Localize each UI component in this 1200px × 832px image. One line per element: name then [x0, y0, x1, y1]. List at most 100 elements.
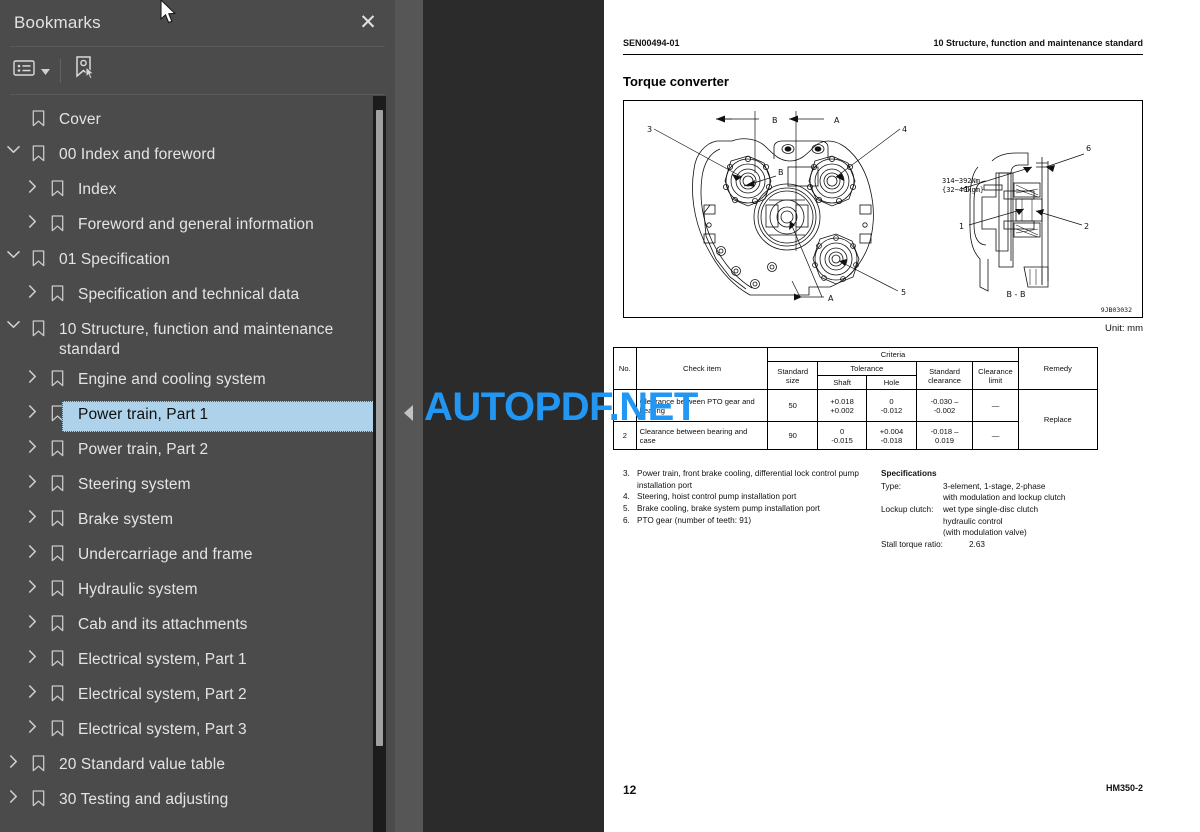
bookmarks-panel: Bookmarks ✕ Cover 00 Index and foreword …	[0, 0, 395, 832]
figure-callout-5: 5	[901, 288, 906, 297]
bookmark-icon	[45, 213, 69, 232]
page-number: 12	[623, 783, 637, 797]
watermark: AUTOPDF.NET	[424, 385, 724, 429]
bookmark-icon	[45, 613, 69, 632]
bookmark-icon	[26, 318, 50, 337]
chevron-right-icon[interactable]	[19, 438, 45, 453]
chevron-right-icon[interactable]	[19, 178, 45, 193]
specification-value: 2.63	[969, 539, 985, 549]
bookmark-item-label: Electrical system, Part 1	[78, 650, 247, 668]
cell-tolerance-shaft: +0.018 +0.002	[816, 389, 868, 422]
th-criteria: Criteria	[767, 347, 1019, 362]
chevron-right-icon[interactable]	[19, 403, 45, 418]
chevron-right-icon[interactable]	[19, 368, 45, 383]
toolbar-divider	[60, 58, 61, 83]
chevron-right-icon[interactable]	[19, 648, 45, 663]
bookmark-icon	[26, 753, 50, 772]
panel-collapse-strip[interactable]	[395, 0, 423, 832]
close-icon[interactable]: ✕	[355, 9, 381, 35]
note-number: 4.	[623, 492, 630, 502]
chevron-right-icon[interactable]	[19, 473, 45, 488]
bookmark-item[interactable]: Cover	[0, 104, 378, 139]
chevron-right-icon[interactable]	[19, 718, 45, 733]
bookmark-icon	[45, 543, 69, 562]
bookmark-item[interactable]: 00 Index and foreword	[0, 139, 378, 174]
note-item: 5. Brake cooling, brake system pump insta…	[623, 503, 878, 515]
page-header-rule	[623, 54, 1143, 55]
bookmark-item[interactable]: Index	[0, 174, 378, 209]
bookmark-item[interactable]: Hydraulic system	[0, 574, 378, 609]
bookmark-item[interactable]: Electrical system, Part 1	[0, 644, 378, 679]
bookmark-item[interactable]: Foreword and general information	[0, 209, 378, 244]
bookmark-icon	[45, 578, 69, 597]
bookmark-item[interactable]: Electrical system, Part 2	[0, 679, 378, 714]
page-title: Torque converter	[623, 74, 729, 89]
section-mark-b-top: B	[772, 116, 778, 125]
cell-standard-clearance: -0.030 – -0.002	[915, 389, 974, 422]
bookmark-item-label: Engine and cooling system	[78, 370, 266, 388]
bookmarks-scrollbar[interactable]	[373, 96, 386, 832]
bookmark-item-label: Power train, Part 2	[78, 440, 209, 458]
chevron-right-icon[interactable]	[19, 543, 45, 558]
bookmark-item[interactable]: Undercarriage and frame	[0, 539, 378, 574]
chevron-right-icon[interactable]	[0, 753, 26, 768]
th-standard-size: Standard size	[767, 361, 818, 390]
bookmark-item[interactable]: Cab and its attachments	[0, 609, 378, 644]
bookmark-icon	[26, 788, 50, 807]
chevron-down-icon[interactable]	[0, 248, 26, 259]
chevron-right-icon[interactable]	[19, 508, 45, 523]
watermark-part-2: .NET	[608, 385, 699, 429]
cell-tolerance-shaft: 0 -0.015	[816, 421, 868, 450]
note-text: Power train, front brake cooling, differ…	[637, 469, 859, 490]
bookmark-item-label: Index	[78, 181, 117, 198]
th-check-item: Check item	[635, 347, 769, 390]
bookmark-item-label: Undercarriage and frame	[78, 545, 253, 563]
bookmark-item[interactable]: Engine and cooling system	[0, 364, 378, 399]
chevron-right-icon[interactable]	[19, 613, 45, 628]
bookmark-item-label: 30 Testing and adjusting	[59, 790, 229, 808]
cell-tolerance-hole: 0 -0.012	[866, 389, 917, 422]
bookmark-icon	[26, 108, 50, 127]
bookmark-item[interactable]: 10 Structure, function and maintenance s…	[0, 314, 378, 364]
collapse-left-icon[interactable]	[404, 405, 413, 421]
bookmark-item[interactable]: 01 Specification	[0, 244, 378, 279]
chevron-down-icon[interactable]	[0, 318, 26, 329]
cell-standard-size: 50	[767, 389, 818, 422]
chevron-right-icon[interactable]	[0, 788, 26, 803]
bookmark-item[interactable]: Electrical system, Part 3	[0, 714, 378, 749]
bookmark-item-label: Foreword and general information	[78, 216, 314, 233]
note-number: 5.	[623, 503, 630, 513]
bookmark-item[interactable]: Power train, Part 1	[0, 399, 378, 434]
chevron-right-icon[interactable]	[19, 213, 45, 228]
bookmark-item[interactable]: Brake system	[0, 504, 378, 539]
bookmark-icon	[45, 648, 69, 667]
bookmark-item[interactable]: Specification and technical data	[0, 279, 378, 314]
bookmark-item-label: Hydraulic system	[78, 580, 198, 598]
specification-key: Type:	[881, 481, 902, 491]
bookmark-icon	[45, 718, 69, 737]
bookmark-item-label: Power train, Part 1	[78, 405, 209, 423]
bookmark-item[interactable]: Steering system	[0, 469, 378, 504]
specification-value: 3-element, 1-stage, 2-phase with modulat…	[943, 481, 1066, 503]
chevron-right-icon[interactable]	[19, 578, 45, 593]
note-item: 6. PTO gear (number of teeth: 91)	[623, 515, 878, 527]
list-options-button[interactable]	[13, 56, 50, 86]
bookmark-icon	[45, 368, 69, 387]
bookmark-item[interactable]: 30 Testing and adjusting	[0, 784, 378, 819]
bookmark-item-label: Brake system	[78, 510, 174, 528]
new-bookmark-button[interactable]	[73, 56, 97, 86]
bookmark-icon	[45, 508, 69, 527]
bookmarks-tree[interactable]: Cover 00 Index and foreword Index Foreword …	[0, 96, 378, 832]
bookmark-item[interactable]: 20 Standard value table	[0, 749, 378, 784]
chevron-down-icon[interactable]	[0, 143, 26, 154]
bookmark-item-label: 20 Standard value table	[59, 755, 226, 773]
bookmark-icon	[45, 473, 69, 492]
figure-callout-3: 3	[647, 125, 652, 134]
bookmark-icon	[45, 283, 69, 302]
bookmarks-scrollbar-thumb[interactable]	[376, 110, 383, 746]
page-header-right: 10 Structure, function and maintenance s…	[933, 38, 1143, 48]
new-bookmark-icon	[73, 55, 97, 86]
chevron-right-icon[interactable]	[19, 283, 45, 298]
bookmark-item[interactable]: Power train, Part 2	[0, 434, 378, 469]
chevron-right-icon[interactable]	[19, 683, 45, 698]
